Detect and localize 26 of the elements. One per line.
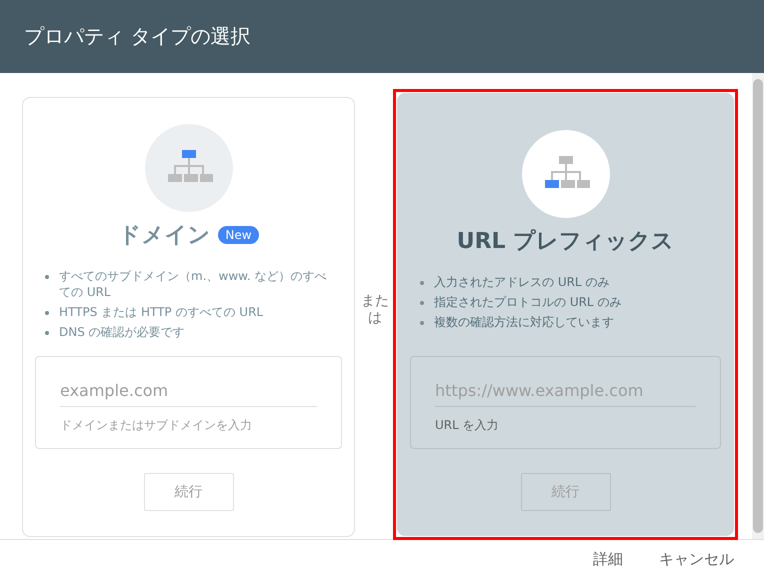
bullet-icon — [45, 331, 49, 335]
input-field[interactable]: https://www.example.com — [435, 375, 696, 407]
input-field[interactable]: example.com — [60, 375, 317, 407]
bullet-icon — [45, 311, 49, 315]
separator-text: または — [361, 293, 389, 327]
input-panel[interactable]: https://www.example.com URL を入力 — [410, 356, 721, 449]
feature-text: DNS の確認が必要です — [59, 324, 185, 340]
bullet-icon — [420, 281, 424, 285]
dialog-title: プロパティ タイプの選択 — [24, 23, 250, 50]
helper-text: URL を入力 — [435, 417, 500, 434]
feature-text: 指定されたプロトコルの URL のみ — [434, 294, 622, 310]
card-title: URL プレフィックス — [456, 228, 674, 256]
feature-text: すべてのサブドメイン（m.、www. など）のすべての URL — [59, 268, 328, 300]
scrollbar[interactable] — [752, 73, 764, 539]
feature-text: 複数の確認方法に対応しています — [434, 314, 614, 330]
footer-button[interactable]: キャンセル — [645, 544, 748, 574]
input-panel[interactable]: example.com ドメインまたはサブドメインを入力 — [35, 356, 342, 449]
helper-text: ドメインまたはサブドメインを入力 — [60, 417, 253, 434]
bullet-icon — [420, 301, 424, 305]
feature-text: HTTPS または HTTP のすべての URL — [59, 304, 264, 320]
bullet-icon — [45, 275, 49, 279]
footer-button[interactable]: 詳細 — [579, 544, 637, 574]
bullet-icon — [420, 321, 424, 325]
feature-text: 入力されたアドレスの URL のみ — [434, 274, 610, 290]
card-title: ドメイン — [118, 222, 210, 250]
new-badge: New — [218, 226, 259, 244]
